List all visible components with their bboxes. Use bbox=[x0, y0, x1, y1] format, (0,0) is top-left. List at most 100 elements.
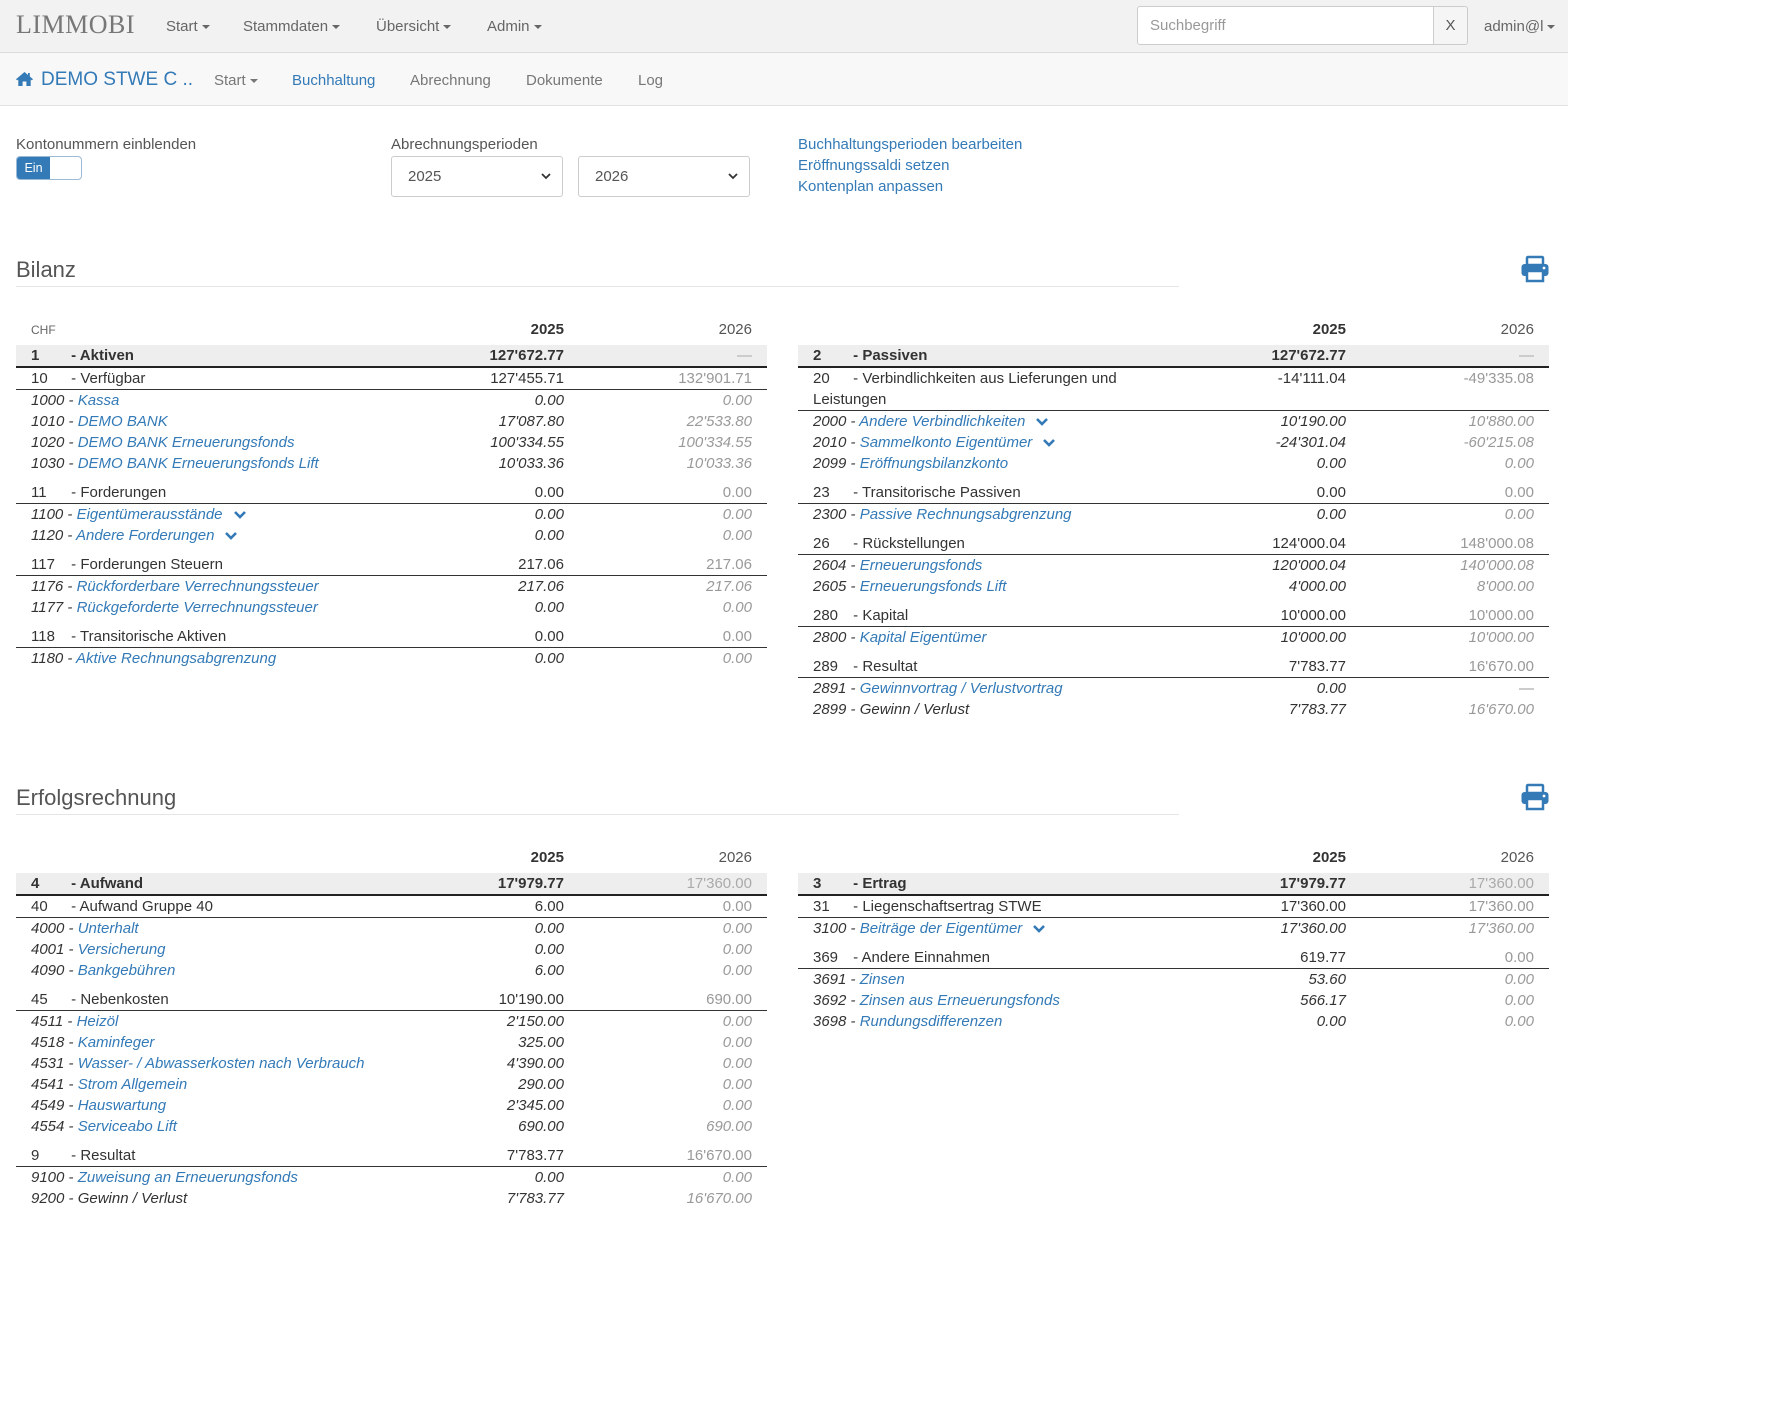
account-link[interactable]: DEMO BANK bbox=[78, 413, 168, 430]
link-eroeffnungssaldi[interactable]: Eröffnungssaldi setzen bbox=[798, 157, 950, 174]
value-year-1: 0.00 bbox=[1316, 1013, 1346, 1030]
account-link[interactable]: Erneuerungsfonds Lift bbox=[860, 578, 1007, 595]
home-icon[interactable] bbox=[15, 71, 34, 91]
value-year-1: 124'000.04 bbox=[1272, 535, 1346, 552]
account-row: 3100 - Beiträge der Eigentümer 17'360.00 1… bbox=[798, 918, 1549, 939]
column-header: CHF 2025 2026 bbox=[16, 315, 767, 345]
subnav-buchhaltung[interactable]: Buchhaltung bbox=[292, 53, 375, 109]
account-link[interactable]: Beiträge der Eigentümer bbox=[860, 920, 1023, 937]
account-link[interactable]: Serviceabo Lift bbox=[78, 1118, 177, 1135]
value-year-1: 0.00 bbox=[534, 599, 564, 616]
perioden-label: Abrechnungsperioden bbox=[391, 136, 538, 153]
value-year-1: 0.00 bbox=[1316, 680, 1346, 697]
chevron-down-icon[interactable] bbox=[233, 505, 247, 526]
account-link[interactable]: Rückgeforderte Verrechnungssteuer bbox=[77, 599, 318, 616]
account-link[interactable]: Kassa bbox=[78, 392, 120, 409]
subnav-log[interactable]: Log bbox=[638, 53, 663, 109]
account-link[interactable]: Andere Forderungen bbox=[76, 527, 214, 544]
value-year-1: 4'390.00 bbox=[506, 1055, 564, 1072]
account-link[interactable]: Erneuerungsfonds bbox=[860, 557, 983, 574]
group-account-label: 40 - Aufwand Gruppe 40 bbox=[31, 898, 213, 915]
search-clear-button[interactable]: X bbox=[1433, 6, 1468, 45]
account-link[interactable]: Eigentümerausstände bbox=[77, 506, 223, 523]
account-link[interactable]: Rückforderbare Verrechnungssteuer bbox=[77, 578, 319, 595]
user-menu[interactable]: admin@l bbox=[1484, 0, 1556, 53]
main-account-row: 4 - Aufwand 17'979.77 17'360.00 bbox=[16, 873, 767, 896]
account-link[interactable]: Zinsen bbox=[860, 971, 905, 988]
account-row: 2605 - Erneuerungsfonds Lift 4'000.00 8'00… bbox=[798, 576, 1549, 597]
account-row: 4518 - Kaminfeger 325.00 0.00 bbox=[16, 1032, 767, 1053]
group-account-label: 11 - Forderungen bbox=[31, 484, 167, 501]
value-year-2: 16'670.00 bbox=[686, 1147, 752, 1164]
erfolg-ertrag-table: 2025 2026 3 - Ertrag 17'979.77 17'360.00 31 -… bbox=[798, 843, 1549, 1032]
nav-admin-label: Admin bbox=[487, 18, 530, 35]
link-kontenplan[interactable]: Kontenplan anpassen bbox=[798, 178, 943, 195]
link-buchhaltungsperioden[interactable]: Buchhaltungsperioden bearbeiten bbox=[798, 136, 1022, 153]
account-link[interactable]: Zuweisung an Erneuerungsfonds bbox=[78, 1169, 298, 1186]
account-link[interactable]: Eröffnungsbilanzkonto bbox=[860, 455, 1008, 472]
account-link[interactable]: Unterhalt bbox=[78, 920, 139, 937]
account-number: 118 bbox=[31, 628, 55, 645]
account-link[interactable]: Hauswartung bbox=[78, 1097, 166, 1114]
period-select-2[interactable]: 2026 bbox=[578, 156, 750, 197]
nav-stammdaten[interactable]: Stammdaten bbox=[243, 0, 341, 53]
brand-logo[interactable]: LIMMOBI bbox=[16, 10, 135, 40]
account-link[interactable]: Kaminfeger bbox=[78, 1034, 155, 1051]
nav-stammdaten-label: Stammdaten bbox=[243, 18, 329, 35]
property-title[interactable]: DEMO STWE C .. bbox=[41, 53, 193, 106]
account-label: 1000 - Kassa bbox=[31, 392, 120, 409]
account-link[interactable]: Versicherung bbox=[78, 941, 166, 958]
chevron-down-icon[interactable] bbox=[224, 526, 238, 547]
account-link[interactable]: Heizöl bbox=[77, 1013, 119, 1030]
account-row: 1030 - DEMO BANK Erneuerungsfonds Lift 10… bbox=[16, 453, 767, 474]
account-row: 9100 - Zuweisung an Erneuerungsfonds 0.00… bbox=[16, 1167, 767, 1188]
value-year-2: 16'670.00 bbox=[1468, 701, 1534, 718]
value-year-1: 120'000.04 bbox=[1272, 557, 1346, 574]
erfolgsrechnung-divider bbox=[16, 814, 1179, 815]
account-link[interactable]: Sammelkonto Eigentümer bbox=[860, 434, 1033, 451]
print-icon[interactable] bbox=[1520, 255, 1550, 287]
account-link[interactable]: Rundungsdifferenzen bbox=[860, 1013, 1003, 1030]
search-input[interactable] bbox=[1137, 6, 1434, 45]
account-link[interactable]: DEMO BANK Erneuerungsfonds Lift bbox=[78, 455, 319, 472]
value-year-2: 10'000.00 bbox=[1468, 629, 1534, 646]
nav-uebersicht[interactable]: Übersicht bbox=[376, 0, 452, 53]
nav-start[interactable]: Start bbox=[166, 0, 210, 53]
nav-admin[interactable]: Admin bbox=[487, 0, 542, 53]
column-year-1: 2025 bbox=[1312, 849, 1346, 866]
value-year-1: 7'783.77 bbox=[1288, 658, 1346, 675]
subnav-dokumente[interactable]: Dokumente bbox=[526, 53, 603, 109]
account-link[interactable]: Aktive Rechnungsabgrenzung bbox=[76, 650, 276, 667]
account-label: 2300 - Passive Rechnungsabgrenzung bbox=[813, 506, 1072, 523]
chevron-down-icon[interactable] bbox=[1032, 919, 1046, 940]
chevron-down-icon[interactable] bbox=[1042, 433, 1056, 454]
group-account-row: 118 - Transitorische Aktiven 0.00 0.00 bbox=[16, 626, 767, 648]
subnav-start[interactable]: Start bbox=[214, 53, 258, 109]
column-header: 2025 2026 bbox=[798, 315, 1549, 345]
account-link[interactable]: Kapital Eigentümer bbox=[860, 629, 987, 646]
column-header: 2025 2026 bbox=[16, 843, 767, 873]
account-link[interactable]: Passive Rechnungsabgrenzung bbox=[860, 506, 1072, 523]
account-link[interactable]: Gewinnvortrag / Verlustvortrag bbox=[860, 680, 1063, 697]
chevron-down-icon[interactable] bbox=[1035, 412, 1049, 433]
value-year-2: 10'000.00 bbox=[1468, 607, 1534, 624]
account-link[interactable]: DEMO BANK Erneuerungsfonds bbox=[78, 434, 295, 451]
value-year-1: 0.00 bbox=[534, 392, 564, 409]
subnav-abrechnung[interactable]: Abrechnung bbox=[410, 53, 491, 109]
kontonummern-toggle[interactable]: Ein bbox=[16, 156, 82, 180]
account-link[interactable]: Zinsen aus Erneuerungsfonds bbox=[860, 992, 1060, 1009]
value-year-2: 10'033.36 bbox=[686, 455, 752, 472]
account-link[interactable]: Bankgebühren bbox=[78, 962, 176, 979]
account-row: 4531 - Wasser- / Abwasserkosten nach Ver… bbox=[16, 1053, 767, 1074]
account-link[interactable]: Andere Verbindlichkeiten bbox=[859, 413, 1025, 430]
account-row: 3698 - Rundungsdifferenzen 0.00 0.00 bbox=[798, 1011, 1549, 1032]
period-select-1[interactable]: 2025 bbox=[391, 156, 563, 197]
group-account-row: 9 - Resultat 7'783.77 16'670.00 bbox=[16, 1145, 767, 1167]
print-icon[interactable] bbox=[1520, 783, 1550, 815]
account-link[interactable]: Strom Allgemein bbox=[78, 1076, 187, 1093]
account-link[interactable]: Wasser- / Abwasserkosten nach Verbrauch bbox=[78, 1055, 365, 1072]
value-year-1: 17'360.00 bbox=[1280, 898, 1346, 915]
